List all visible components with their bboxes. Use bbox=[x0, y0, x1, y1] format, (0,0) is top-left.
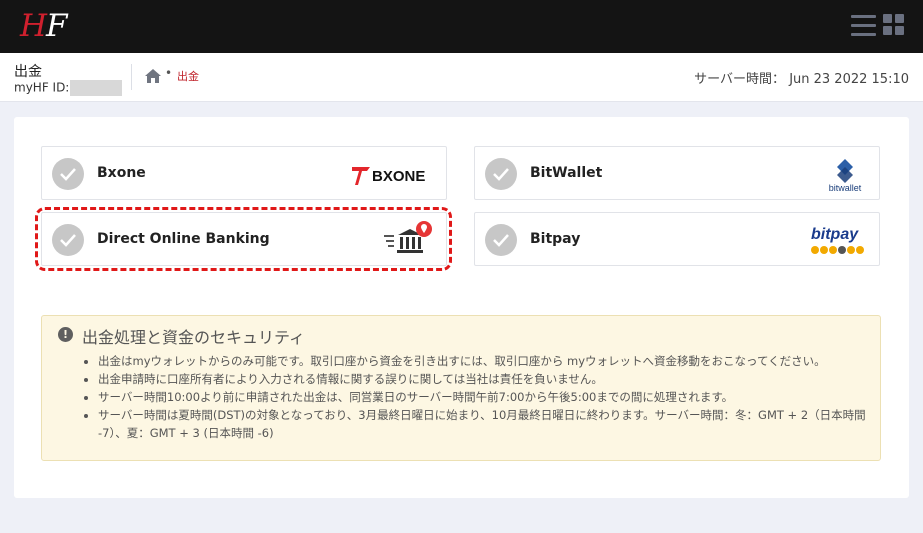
list-item: サーバー時間10:00より前に申請された出金は、同営業日のサーバー時間午前7:0… bbox=[98, 388, 888, 406]
svg-text:bitpay: bitpay bbox=[811, 226, 859, 243]
security-notice: ! 出金処理と資金のセキュリティ 出金はmyウォレットからのみ可能です。取引口座… bbox=[41, 315, 881, 461]
notice-list: 出金はmyウォレットからのみ可能です。取引口座から資金を引き出すには、取引口座か… bbox=[82, 352, 888, 442]
check-icon bbox=[485, 224, 517, 256]
method-bitpay[interactable]: Bitpay bitpay bbox=[474, 212, 880, 266]
exclamation-icon: ! bbox=[58, 327, 73, 342]
divider bbox=[131, 64, 132, 90]
notice-title: 出金処理と資金のセキュリティ bbox=[82, 328, 306, 347]
list-item: 出金申請時に口座所有者により入力される情報に関する誤りに関しては当社は責任を負い… bbox=[98, 370, 888, 388]
grid-icon[interactable] bbox=[883, 14, 905, 36]
sub-header: 出金 myHF ID: • 出金 サーバー時間： Jun 23 2022 15:… bbox=[0, 53, 923, 102]
myhf-id: myHF ID: bbox=[14, 80, 123, 96]
hamburger-icon[interactable] bbox=[851, 15, 876, 37]
top-bar: HF bbox=[0, 0, 923, 53]
masked-id bbox=[70, 80, 123, 96]
check-icon bbox=[485, 158, 517, 190]
check-icon bbox=[52, 224, 84, 256]
server-time: サーバー時間： Jun 23 2022 15:10 bbox=[694, 72, 909, 87]
breadcrumb-current: 出金 bbox=[177, 70, 199, 83]
list-item: サーバー時間は夏時間(DST)の対象となっており、3月最終日曜日に始まり、10月… bbox=[98, 406, 888, 442]
hf-logo[interactable]: HF bbox=[20, 8, 68, 44]
bitpay-logo: bitpay bbox=[811, 226, 864, 254]
home-icon[interactable] bbox=[145, 69, 161, 83]
breadcrumb-separator: • bbox=[165, 66, 173, 80]
svg-text:BXONE: BXONE bbox=[372, 168, 425, 185]
method-bitwallet[interactable]: BitWallet bitwallet bbox=[474, 146, 880, 200]
method-label: Direct Online Banking bbox=[97, 231, 270, 247]
method-label: BitWallet bbox=[530, 165, 603, 181]
bxone-logo: BXONE bbox=[352, 167, 425, 185]
method-direct-online-banking[interactable]: Direct Online Banking bbox=[41, 212, 447, 266]
method-label: Bitpay bbox=[530, 231, 581, 247]
method-label: Bxone bbox=[97, 165, 146, 181]
bitwallet-logo: bitwallet bbox=[829, 159, 862, 193]
page-title: 出金 bbox=[14, 64, 42, 80]
check-icon bbox=[52, 158, 84, 190]
bank-icon bbox=[384, 221, 432, 253]
list-item: 出金はmyウォレットからのみ可能です。取引口座から資金を引き出すには、取引口座か… bbox=[98, 352, 888, 370]
method-bxone[interactable]: Bxone BXONE bbox=[41, 146, 447, 200]
svg-text:bitwallet: bitwallet bbox=[829, 183, 862, 193]
